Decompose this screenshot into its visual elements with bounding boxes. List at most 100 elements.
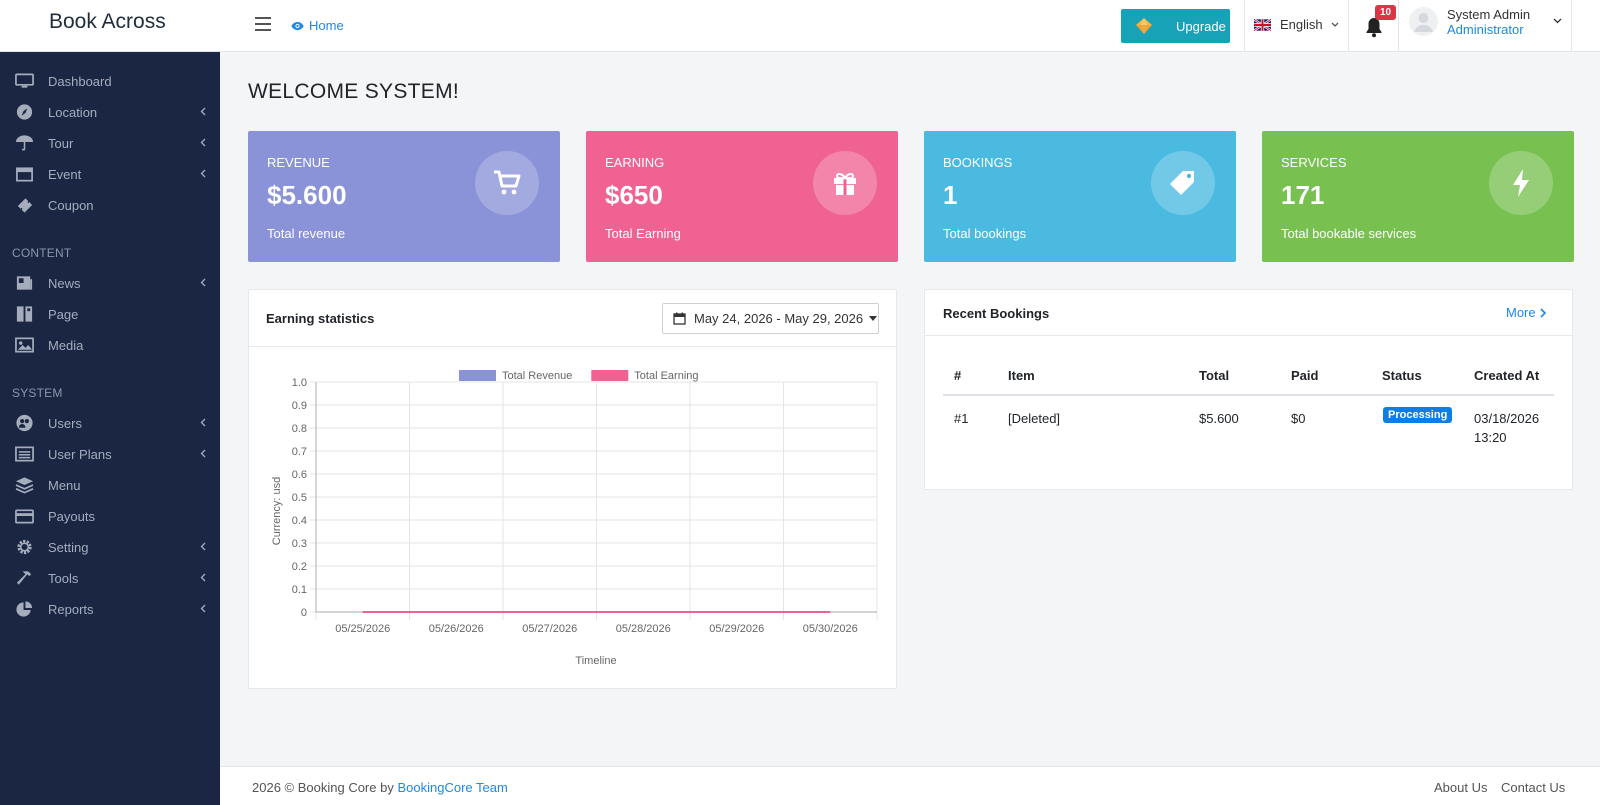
sidebar-section-content: CONTENT bbox=[12, 246, 72, 260]
x-tick-label: 05/26/2026 bbox=[429, 623, 484, 635]
avatar[interactable] bbox=[1409, 7, 1438, 36]
sidebar-item-news[interactable]: News bbox=[0, 269, 220, 297]
booking-item: [Deleted] bbox=[1008, 411, 1061, 426]
y-tick-label: 0.2 bbox=[292, 561, 307, 573]
card-value: 1 bbox=[943, 180, 958, 210]
status-badge: Processing bbox=[1383, 407, 1453, 423]
sidebar-item-media[interactable]: Media bbox=[0, 331, 220, 359]
sidebar-item-coupon[interactable]: Coupon bbox=[0, 191, 220, 219]
brand[interactable]: Book Across bbox=[0, 0, 220, 52]
chevron-left-icon bbox=[200, 573, 206, 582]
card-title: EARNING bbox=[605, 155, 665, 170]
sidebar-item-reports[interactable]: Reports bbox=[0, 595, 220, 623]
legend-swatch bbox=[459, 370, 496, 381]
card-value: 171 bbox=[1281, 180, 1325, 210]
sidebar-item-label: User Plans bbox=[48, 447, 112, 462]
chevron-left-icon bbox=[200, 107, 206, 116]
user-role[interactable]: Administrator bbox=[1447, 22, 1524, 37]
brand-name[interactable]: Book Across bbox=[49, 10, 166, 34]
y-tick-label: 0.1 bbox=[292, 584, 307, 596]
user-name[interactable]: System Admin bbox=[1447, 7, 1530, 22]
chevron-left-icon bbox=[200, 169, 206, 178]
sidebar-item-tour[interactable]: Tour bbox=[0, 129, 220, 157]
sidebar-item-user-plans[interactable]: User Plans bbox=[0, 440, 220, 468]
services-card: SERVICES 171 Total bookable services bbox=[1262, 131, 1574, 262]
sidebar-item-label: Setting bbox=[48, 540, 89, 555]
newspaper-icon bbox=[16, 276, 33, 290]
menu-toggle-icon[interactable] bbox=[255, 17, 271, 31]
card-desc: Total revenue bbox=[267, 226, 346, 241]
calendar-icon bbox=[673, 312, 686, 325]
eye-icon bbox=[291, 21, 304, 30]
about-link[interactable]: About Us bbox=[1434, 780, 1487, 795]
panel-title: Recent Bookings bbox=[943, 306, 1050, 321]
card-desc: Total bookable services bbox=[1281, 226, 1417, 241]
x-tick-label: 05/25/2026 bbox=[335, 623, 390, 635]
sidebar-item-label: Media bbox=[48, 338, 84, 353]
chevron-left-icon bbox=[200, 604, 206, 613]
uk-flag-icon bbox=[1254, 18, 1271, 31]
sidebar-item-label: Reports bbox=[48, 602, 94, 617]
language-selector[interactable]: English bbox=[1254, 17, 1339, 32]
sidebar-section-system: SYSTEM bbox=[12, 386, 63, 400]
chart-legend: Total Revenue Total Earning bbox=[459, 370, 699, 382]
y-tick-label: 0.5 bbox=[292, 492, 307, 504]
sidebar-item-label: Payouts bbox=[48, 509, 95, 524]
top-bar: Book Across Home Upgrade English 10 Syst… bbox=[0, 0, 1600, 52]
y-tick-label: 0.7 bbox=[292, 446, 307, 458]
sidebar-item-label: Tour bbox=[48, 136, 74, 151]
contact-link[interactable]: Contact Us bbox=[1501, 780, 1565, 795]
more-link[interactable]: More bbox=[1506, 305, 1546, 320]
caret-down-icon bbox=[869, 316, 878, 321]
card-desc: Total bookings bbox=[943, 226, 1027, 241]
header-divider bbox=[1244, 0, 1245, 52]
booking-id: #1 bbox=[954, 411, 969, 426]
panel-title: Earning statistics bbox=[266, 311, 375, 326]
sidebar-item-menu[interactable]: Menu bbox=[0, 471, 220, 499]
home-link[interactable]: Home bbox=[291, 18, 344, 33]
cart-icon bbox=[475, 151, 539, 215]
chevron-down-icon[interactable] bbox=[1553, 18, 1562, 24]
sidebar-item-dashboard[interactable]: Dashboard bbox=[0, 67, 220, 95]
page-title: WELCOME SYSTEM! bbox=[248, 80, 460, 103]
sidebar-item-payouts[interactable]: Payouts bbox=[0, 502, 220, 530]
card-title: SERVICES bbox=[1281, 155, 1347, 170]
tag-icon bbox=[1151, 151, 1215, 215]
sidebar-item-label: Page bbox=[48, 307, 79, 322]
sidebar-item-label: Users bbox=[48, 416, 82, 431]
y-tick-label: 0.4 bbox=[292, 515, 307, 527]
sidebar-item-users[interactable]: Users bbox=[0, 409, 220, 437]
calendar-icon bbox=[16, 167, 33, 182]
table-header-divider bbox=[943, 394, 1554, 396]
sidebar: Dashboard Location Tour Event Coupon CON… bbox=[0, 52, 220, 805]
chart-grid bbox=[310, 381, 878, 620]
sidebar-item-page[interactable]: Page bbox=[0, 300, 220, 328]
earning-card: EARNING $650 Total Earning bbox=[586, 131, 898, 262]
header-divider bbox=[1571, 0, 1572, 52]
column-header: Total bbox=[1199, 368, 1230, 383]
date-range-picker[interactable]: May 24, 2026 - May 29, 2026 bbox=[662, 303, 879, 334]
column-header: Item bbox=[1008, 368, 1035, 383]
ticket-icon bbox=[17, 198, 33, 213]
sidebar-item-setting[interactable]: Setting bbox=[0, 533, 220, 561]
sidebar-item-location[interactable]: Location bbox=[0, 98, 220, 126]
team-link[interactable]: BookingCore Team bbox=[397, 780, 507, 795]
upgrade-label: Upgrade bbox=[1176, 18, 1226, 34]
sidebar-item-label: News bbox=[48, 276, 81, 291]
column-header: # bbox=[954, 368, 962, 383]
chevron-left-icon bbox=[200, 449, 206, 458]
sidebar-item-event[interactable]: Event bbox=[0, 160, 220, 188]
upgrade-button[interactable]: Upgrade bbox=[1121, 9, 1230, 43]
bolt-icon bbox=[1489, 151, 1553, 215]
notification-badge: 10 bbox=[1375, 5, 1397, 20]
more-label: More bbox=[1506, 305, 1536, 320]
sidebar-item-tools[interactable]: Tools bbox=[0, 564, 220, 592]
sidebar-item-label: Tools bbox=[48, 571, 79, 586]
column-header: Paid bbox=[1291, 368, 1319, 383]
card-value: $650 bbox=[605, 180, 663, 210]
users-icon bbox=[16, 414, 33, 432]
chevron-left-icon bbox=[200, 542, 206, 551]
layers-icon bbox=[15, 477, 34, 494]
y-tick-label: 0.9 bbox=[292, 400, 307, 412]
card-desc: Total Earning bbox=[605, 226, 681, 241]
